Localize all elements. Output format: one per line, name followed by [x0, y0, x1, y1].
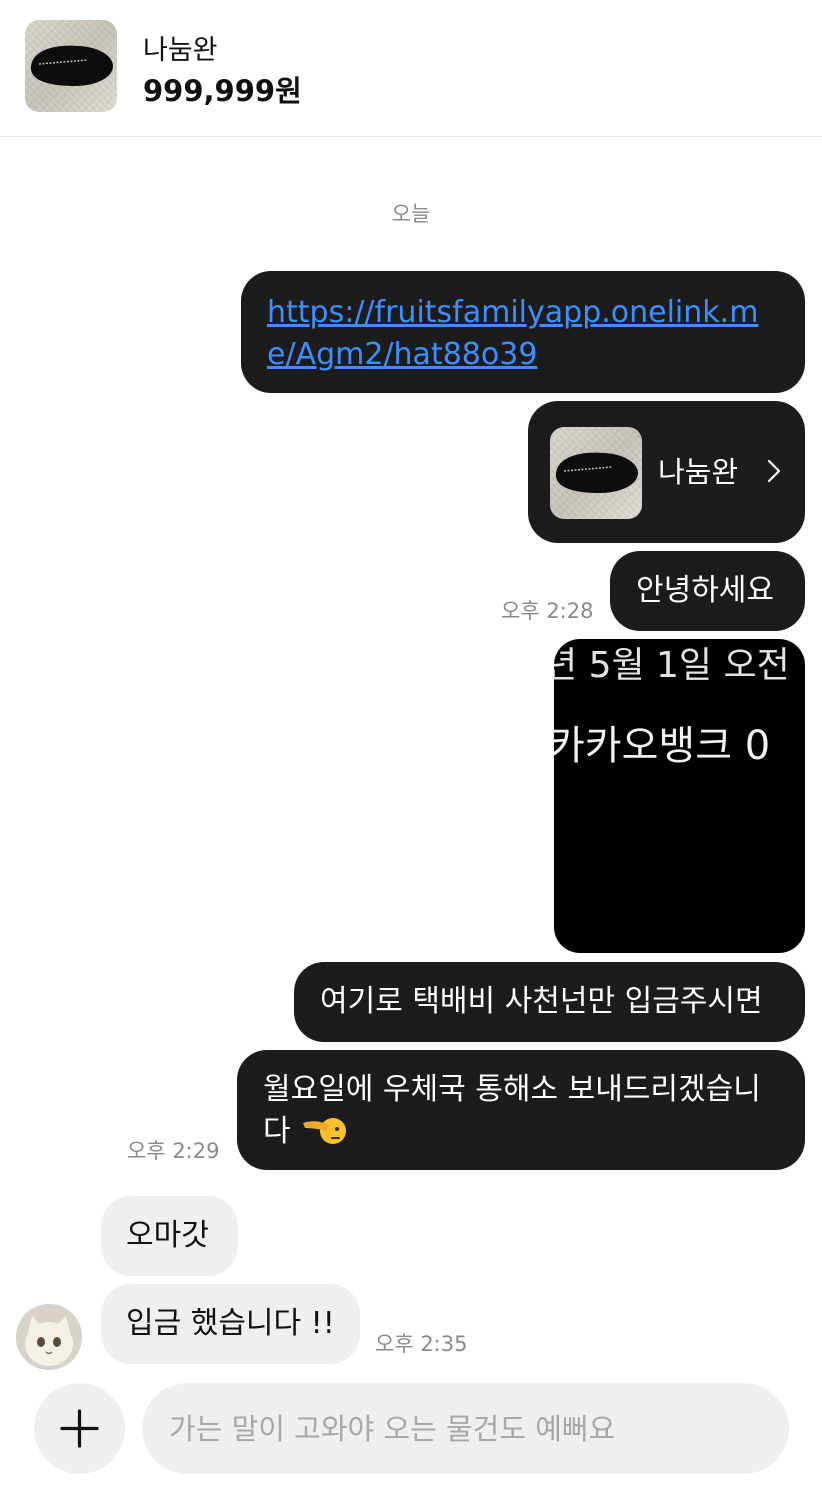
sent-message-bubble: 여기로 택배비 사천넌만 입금주시면: [294, 962, 805, 1042]
sent-link-bubble: https://fruitsfamilyapp.onelink.me/Agm2/…: [241, 271, 805, 393]
date-divider: 오늘: [391, 202, 431, 226]
received-message-bubble: 오마갓: [101, 1196, 238, 1276]
sent-message-bubble: 안녕하세요: [610, 551, 805, 631]
message-text: 다: [263, 1114, 291, 1149]
salute-emoji-icon: [302, 1118, 346, 1144]
add-attachment-button[interactable]: [34, 1383, 125, 1474]
plus-icon: [60, 1409, 99, 1448]
product-header[interactable]: 나눔완 999,999원: [0, 0, 822, 137]
product-title: 나눔완: [143, 35, 218, 66]
product-price: 999,999원: [143, 74, 302, 108]
product-thumbnail[interactable]: [25, 20, 117, 112]
black-cap-image: [555, 452, 638, 493]
product-card-title: 나눔완: [658, 455, 739, 489]
chat-screen: 나눔완 999,999원 오늘 https://fruitsfamilyapp.…: [0, 0, 822, 1500]
message-input[interactable]: [142, 1383, 789, 1474]
cat-avatar-image: [16, 1304, 82, 1370]
message-timestamp: 오후 2:28: [501, 599, 594, 623]
shared-link[interactable]: https://fruitsfamilyapp.onelink.me/Agm2/…: [267, 292, 783, 376]
sent-message-bubble: 월요일에 우체국 통해소 보내드리겠습니 다: [237, 1050, 805, 1170]
chevron-right-icon[interactable]: [766, 458, 782, 484]
message-line: 월요일에 우체국 통해소 보내드리겠습니: [263, 1072, 761, 1107]
image-text-date: 년 5월 1일 오전: [554, 645, 790, 686]
message-timestamp: 오후 2:35: [375, 1332, 468, 1356]
sent-image-bubble[interactable]: 년 5월 1일 오전 카카오뱅크 0: [554, 639, 805, 953]
product-card-thumbnail: [550, 427, 642, 519]
product-card-bubble[interactable]: 나눔완: [528, 401, 805, 543]
black-cap-image: [30, 45, 114, 86]
image-text-bank: 카카오뱅크 0: [554, 723, 771, 769]
message-line-2: 다: [263, 1111, 785, 1153]
message-timestamp: 오후 2:29: [127, 1139, 220, 1163]
user-avatar[interactable]: [16, 1304, 82, 1370]
received-message-bubble: 입금 했습니다 !!: [101, 1284, 360, 1364]
